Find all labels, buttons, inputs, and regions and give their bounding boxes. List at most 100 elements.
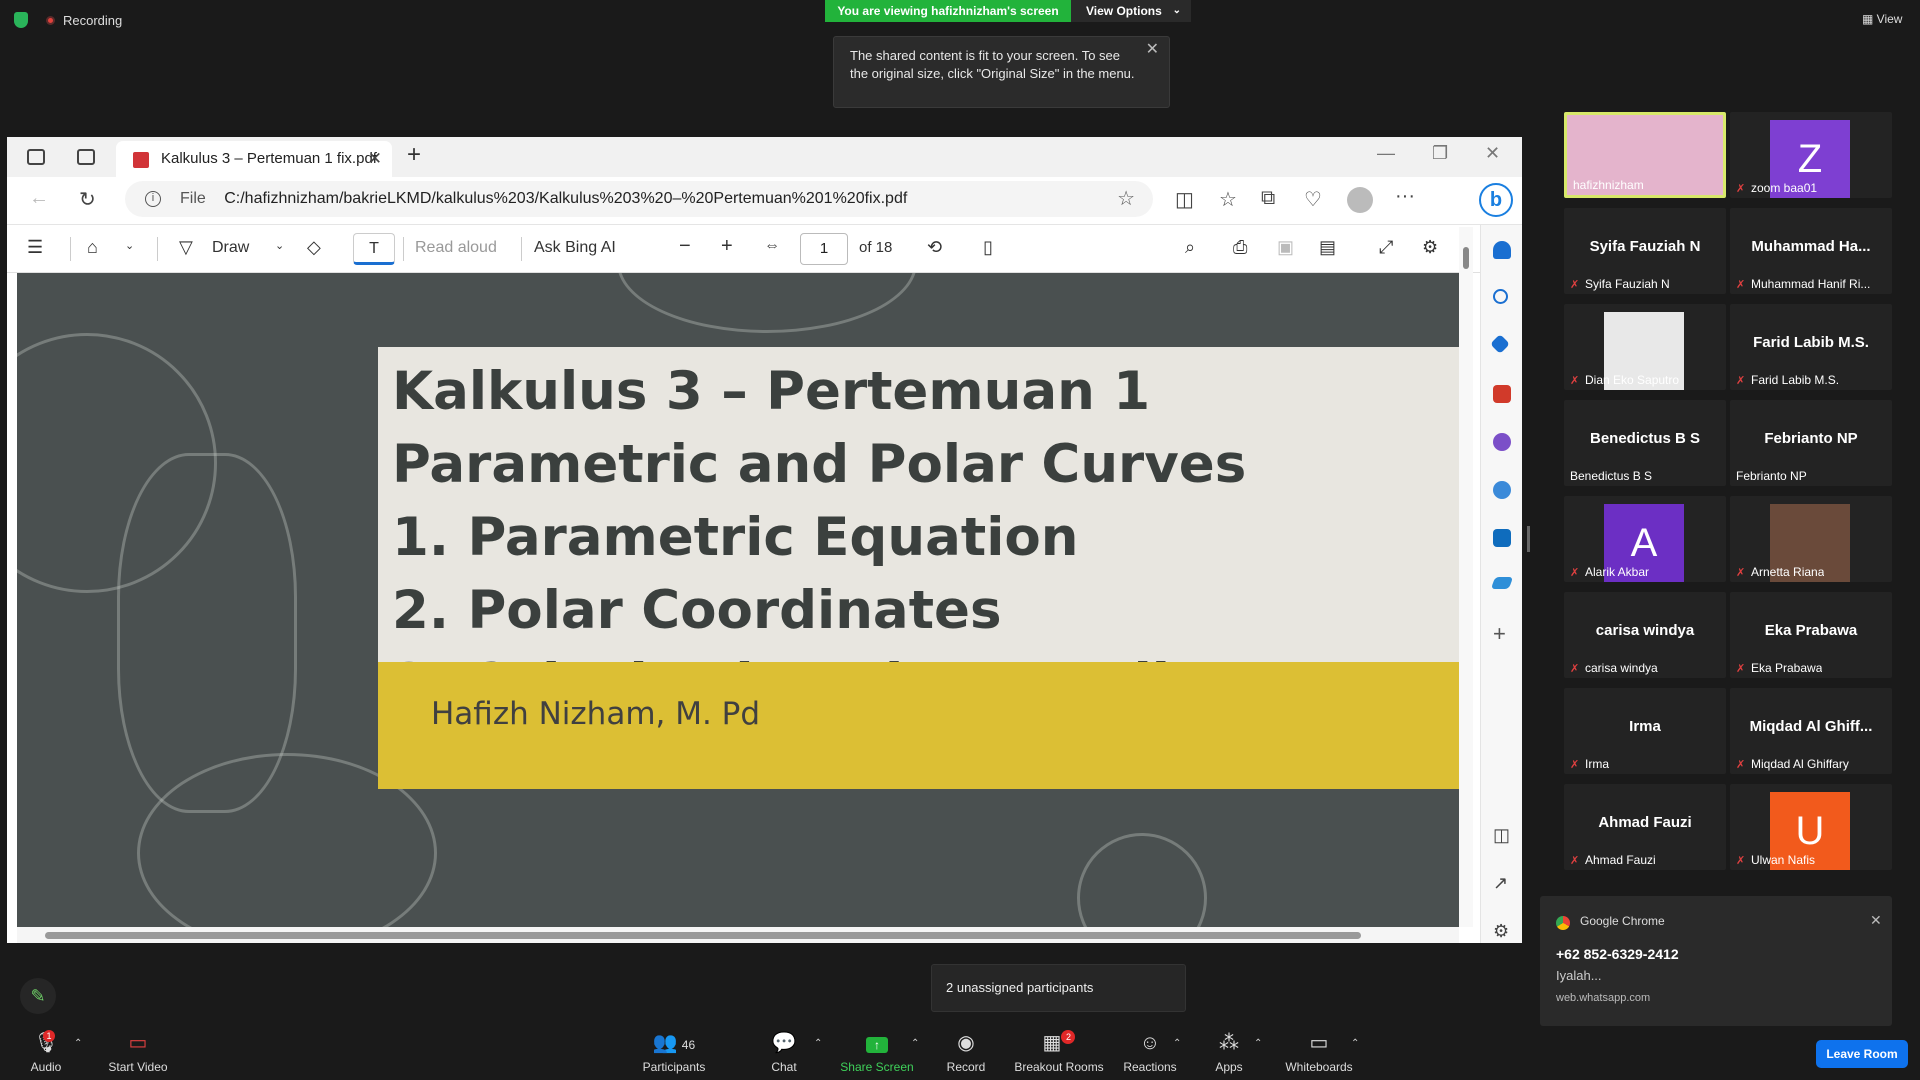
window-close-icon[interactable]: ✕ <box>1485 143 1500 164</box>
muted-mic-icon: ✗ <box>1736 759 1746 771</box>
fit-width-icon[interactable]: ⇔ <box>764 237 780 255</box>
view-options-button[interactable]: View Options ⌄ <box>1071 0 1191 22</box>
split-screen-icon[interactable]: ◫ <box>1175 187 1194 212</box>
search-icon[interactable] <box>1493 289 1508 304</box>
microsoft-365-icon[interactable] <box>1493 481 1511 499</box>
address-field[interactable]: i File C:/hafizhnizham/bakrieLKMD/kalkul… <box>125 181 1153 217</box>
refresh-icon[interactable]: ↻ <box>79 187 96 212</box>
audio-badge: 1 <box>43 1030 55 1042</box>
bing-copilot-icon[interactable]: b <box>1479 183 1513 217</box>
participant-tile[interactable]: A ✗ Alarik Akbar <box>1564 496 1726 582</box>
shopping-tag-icon[interactable] <box>1490 334 1510 354</box>
page-number-input[interactable]: 1 <box>800 233 848 265</box>
participant-tile[interactable]: Ahmad Fauzi ✗ Ahmad Fauzi <box>1564 784 1726 870</box>
participant-tile[interactable]: Irma ✗ Irma <box>1564 688 1726 774</box>
participant-tile[interactable]: hafizhnizham <box>1564 112 1726 198</box>
more-options-icon[interactable]: ··· <box>1395 185 1415 208</box>
participant-tile[interactable]: ✗ Arnetta Riana <box>1730 496 1892 582</box>
scroll-thumb[interactable] <box>1463 247 1469 269</box>
rotate-icon[interactable]: ⟲ <box>927 237 942 258</box>
browser-essentials-icon[interactable]: ♡ <box>1304 187 1322 212</box>
annotate-pen-icon[interactable]: ✎ <box>20 978 56 1014</box>
participant-tile[interactable]: Febrianto NP Febrianto NP <box>1730 400 1892 486</box>
info-icon[interactable]: i <box>145 191 161 207</box>
add-text-button[interactable]: T <box>353 233 395 265</box>
participant-tile[interactable]: ✗ Dian Eko Saputro <box>1564 304 1726 390</box>
participant-name: carisa windya <box>1595 622 1695 639</box>
participant-tile[interactable]: Muhammad Ha... ✗ Muhammad Hanif Ri... <box>1730 208 1892 294</box>
view-button[interactable]: ▦ View <box>1862 12 1902 26</box>
fullscreen-icon[interactable]: ⤢ <box>1379 237 1393 258</box>
highlight-icon[interactable]: ⌂ <box>87 237 98 258</box>
recording-label: Recording <box>63 13 123 28</box>
notifications-icon[interactable] <box>1493 241 1511 259</box>
tab-actions-icon[interactable] <box>77 149 95 165</box>
tooltip-text: The shared content is fit to your screen… <box>850 48 1135 81</box>
games-icon[interactable] <box>1493 433 1511 451</box>
security-shield-icon[interactable] <box>14 12 28 28</box>
participant-tile[interactable]: Miqdad Al Ghiff... ✗ Miqdad Al Ghiffary <box>1730 688 1892 774</box>
muted-mic-icon: ✗ <box>1736 663 1746 675</box>
draw-button[interactable]: Draw <box>212 239 249 257</box>
external-link-icon[interactable]: ↗ <box>1493 873 1508 894</box>
zoom-in-icon[interactable]: + <box>721 235 733 258</box>
participants-button[interactable]: 👥 46 Participants <box>619 1030 729 1074</box>
chevron-up-icon[interactable]: ⌃ <box>74 1038 82 1049</box>
save-icon[interactable]: ▣ <box>1277 237 1294 258</box>
chevron-up-icon[interactable]: ⌃ <box>1254 1038 1262 1049</box>
panel-splitter[interactable] <box>1527 526 1530 552</box>
participant-tile[interactable]: Syifa Fauziah N ✗ Syifa Fauziah N <box>1564 208 1726 294</box>
zoom-out-icon[interactable]: − <box>679 235 691 258</box>
scroll-thumb[interactable] <box>45 932 1361 939</box>
read-aloud-button[interactable]: Read aloud <box>415 239 497 257</box>
slide-author: Hafizh Nizham, M. Pd <box>431 696 761 732</box>
participant-tile[interactable]: carisa windya ✗ carisa windya <box>1564 592 1726 678</box>
vertical-scrollbar[interactable] <box>1459 227 1473 927</box>
chevron-up-icon[interactable]: ⌃ <box>1351 1038 1359 1049</box>
participant-tile[interactable]: Farid Labib M.S. ✗ Farid Labib M.S. <box>1730 304 1892 390</box>
audio-label: Audio <box>30 1060 62 1074</box>
participant-tile[interactable]: U ✗ Ulwan Nafis <box>1730 784 1892 870</box>
close-icon[interactable]: ✕ <box>1146 41 1159 59</box>
chevron-down-icon[interactable]: ⌄ <box>275 239 284 252</box>
contents-icon[interactable]: ☰ <box>27 237 43 258</box>
participant-label: Muhammad Hanif Ri... <box>1751 277 1871 291</box>
unassigned-participants-popup[interactable]: 2 unassigned participants <box>931 964 1186 1012</box>
participant-tile[interactable]: Eka Prabawa ✗ Eka Prabawa <box>1730 592 1892 678</box>
participant-tile[interactable]: Benedictus B S Benedictus B S <box>1564 400 1726 486</box>
tools-icon[interactable] <box>1493 385 1511 403</box>
outlook-icon[interactable] <box>1493 529 1511 547</box>
erase-icon[interactable]: ◇ <box>307 237 321 258</box>
whiteboards-button[interactable]: ▭ Whiteboards <box>1264 1030 1374 1074</box>
minimize-icon[interactable]: — <box>1377 143 1395 164</box>
participant-label: carisa windya <box>1585 661 1658 675</box>
new-tab-button[interactable]: + <box>407 141 421 169</box>
profile-avatar[interactable] <box>1347 187 1373 213</box>
chrome-notification[interactable]: Google Chrome ✕ +62 852-6329-2412 Iyalah… <box>1540 896 1892 1026</box>
restore-icon[interactable]: ❐ <box>1432 143 1448 164</box>
ask-bing-button[interactable]: Ask Bing AI <box>534 239 616 257</box>
browser-tab[interactable]: Kalkulus 3 – Pertemuan 1 fix.pdf ✕ <box>116 141 392 177</box>
print-icon[interactable]: ⎙ <box>1233 237 1247 258</box>
favorite-star-icon[interactable]: ☆ <box>1117 181 1135 217</box>
horizontal-scrollbar[interactable] <box>17 927 1459 943</box>
chevron-down-icon[interactable]: ⌄ <box>125 239 134 252</box>
save-as-icon[interactable]: ▤ <box>1319 237 1336 258</box>
search-icon[interactable]: ⌕ <box>1185 237 1195 258</box>
sidebar-settings-icon[interactable]: ⚙ <box>1493 921 1509 942</box>
close-icon[interactable]: ✕ <box>1870 912 1882 929</box>
favorites-icon[interactable]: ☆ <box>1219 187 1237 212</box>
leave-room-button[interactable]: Leave Room <box>1816 1040 1908 1068</box>
draw-icon[interactable]: ▽ <box>179 237 193 258</box>
back-icon[interactable]: ← <box>29 187 49 210</box>
drop-icon[interactable] <box>1490 577 1514 589</box>
workspaces-icon[interactable] <box>27 149 45 165</box>
collections-icon[interactable]: ⧉ <box>1261 187 1275 210</box>
hide-sidebar-icon[interactable]: ◫ <box>1493 825 1510 846</box>
start-video-button[interactable]: ▭ Start Video <box>83 1030 193 1074</box>
settings-icon[interactable]: ⚙ <box>1422 237 1438 258</box>
add-icon[interactable]: + <box>1493 621 1506 647</box>
close-tab-icon[interactable]: ✕ <box>368 141 382 177</box>
page-view-icon[interactable]: ▯ <box>983 237 993 258</box>
participant-tile[interactable]: Z ✗ zoom baa01 <box>1730 112 1892 198</box>
